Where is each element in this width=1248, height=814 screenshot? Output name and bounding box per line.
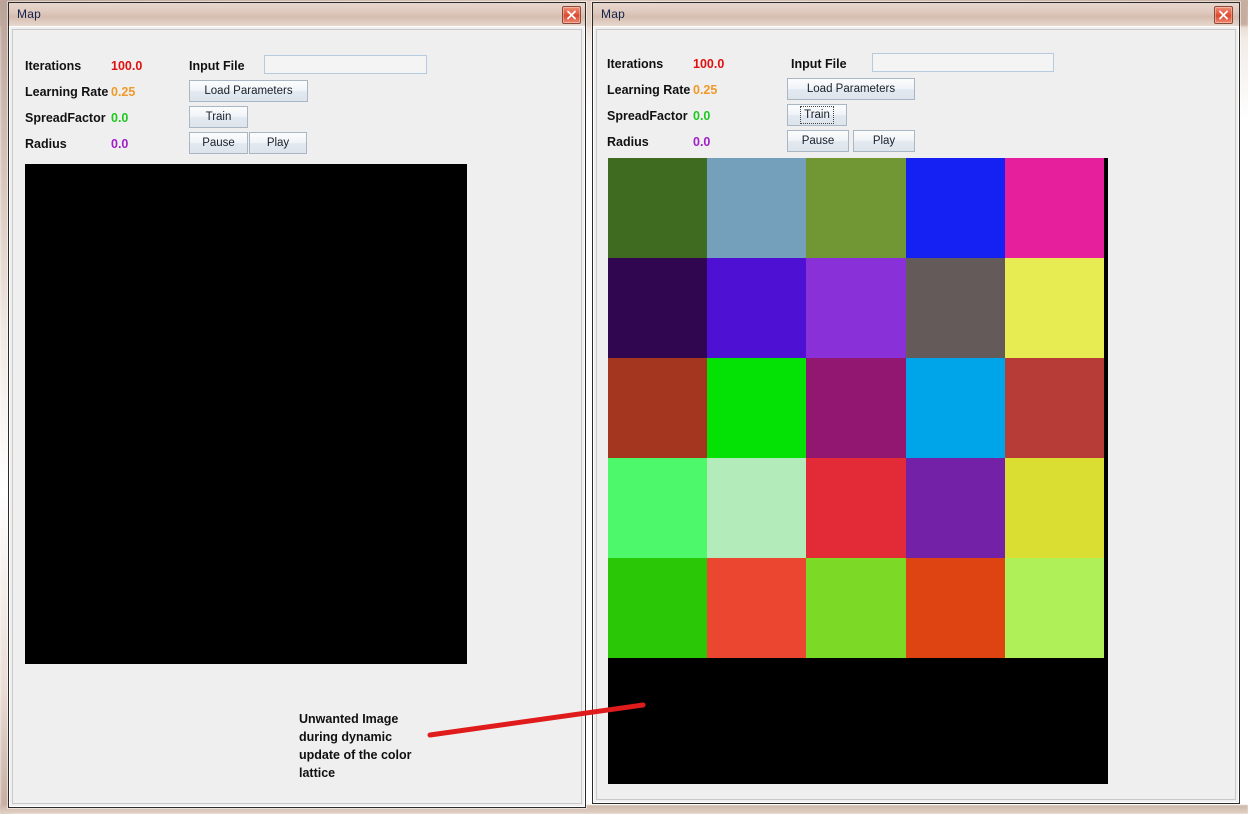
- label-iterations: Iterations: [25, 59, 82, 73]
- pause-button[interactable]: Pause: [787, 130, 849, 152]
- lattice-cell: [707, 158, 807, 258]
- close-icon[interactable]: [562, 6, 581, 24]
- window-client-left: Iterations 100.0 Learning Rate 0.25 Spre…: [9, 26, 585, 807]
- lattice-cell: [806, 158, 906, 258]
- lattice-cell: [905, 458, 1005, 558]
- load-parameters-label: Load Parameters: [204, 85, 293, 97]
- load-parameters-button[interactable]: Load Parameters: [189, 80, 308, 102]
- window-client-right: Iterations 100.0 Learning Rate 0.25 Spre…: [593, 26, 1239, 803]
- play-button[interactable]: Play: [853, 130, 915, 152]
- titlebar-left[interactable]: Map: [9, 3, 585, 27]
- label-spreadfactor: SpreadFactor: [607, 109, 688, 123]
- train-label: Train: [205, 111, 232, 123]
- lattice-cell: [806, 458, 906, 558]
- label-radius: Radius: [25, 137, 67, 151]
- map-window-right[interactable]: Map Iterations 100.0 Learning Rate 0.25 …: [592, 2, 1240, 804]
- titlebar-right[interactable]: Map: [593, 3, 1239, 27]
- lattice-cell: [608, 358, 708, 458]
- lattice-cell: [1004, 358, 1104, 458]
- play-label: Play: [266, 137, 290, 149]
- label-iterations: Iterations: [607, 57, 664, 71]
- annotation-text: Unwanted Image during dynamic update of …: [299, 712, 412, 780]
- train-label: Train: [800, 106, 834, 124]
- map-window-left[interactable]: Map Iterations 100.0 Learning Rate 0.25 …: [8, 2, 586, 808]
- value-spreadfactor: 0.0: [111, 111, 129, 125]
- lattice-cell: [1004, 258, 1104, 358]
- pause-label: Pause: [202, 137, 235, 149]
- lattice-cell: [806, 558, 906, 658]
- value-radius: 0.0: [693, 135, 711, 149]
- lattice-cell: [608, 558, 708, 658]
- lattice-cell: [1004, 158, 1104, 258]
- label-input-file: Input File: [189, 59, 245, 73]
- label-spreadfactor: SpreadFactor: [25, 111, 106, 125]
- lattice-cell: [905, 258, 1005, 358]
- train-button[interactable]: Train: [787, 104, 847, 126]
- label-input-file: Input File: [791, 57, 847, 71]
- value-learning-rate: 0.25: [111, 85, 136, 99]
- lattice-cell: [806, 258, 906, 358]
- input-file-field[interactable]: [264, 55, 427, 74]
- load-parameters-button[interactable]: Load Parameters: [787, 78, 915, 100]
- label-learning-rate: Learning Rate: [25, 85, 109, 99]
- lattice-cell: [1004, 558, 1104, 658]
- pause-label: Pause: [801, 135, 835, 147]
- load-parameters-label: Load Parameters: [806, 83, 896, 95]
- train-button[interactable]: Train: [189, 106, 248, 128]
- lattice-cell: [608, 458, 708, 558]
- value-iterations: 100.0: [693, 57, 725, 71]
- lattice-cell: [905, 558, 1005, 658]
- close-icon[interactable]: [1214, 6, 1233, 24]
- lattice-cell: [806, 358, 906, 458]
- lattice-cell: [707, 258, 807, 358]
- color-lattice-grid: [608, 158, 1104, 658]
- label-learning-rate: Learning Rate: [607, 83, 691, 97]
- lattice-cell: [608, 258, 708, 358]
- play-label: Play: [872, 135, 896, 147]
- lattice-cell: [905, 358, 1005, 458]
- window-client-inner-left: Iterations 100.0 Learning Rate 0.25 Spre…: [12, 29, 582, 804]
- label-radius: Radius: [607, 135, 649, 149]
- window-title: Map: [17, 7, 41, 21]
- lattice-cell: [1004, 458, 1104, 558]
- play-button[interactable]: Play: [249, 132, 307, 154]
- window-client-inner-right: Iterations 100.0 Learning Rate 0.25 Spre…: [596, 29, 1236, 800]
- pause-button[interactable]: Pause: [189, 132, 248, 154]
- input-file-field[interactable]: [872, 53, 1054, 72]
- lattice-cell: [707, 358, 807, 458]
- value-iterations: 100.0: [111, 59, 143, 73]
- value-spreadfactor: 0.0: [693, 109, 711, 123]
- value-learning-rate: 0.25: [693, 83, 718, 97]
- lattice-canvas-blank: [25, 164, 467, 664]
- window-title: Map: [601, 7, 625, 21]
- lattice-cell: [608, 158, 708, 258]
- lattice-cell: [707, 558, 807, 658]
- lattice-cell: [905, 158, 1005, 258]
- value-radius: 0.0: [111, 137, 129, 151]
- lattice-cell: [707, 458, 807, 558]
